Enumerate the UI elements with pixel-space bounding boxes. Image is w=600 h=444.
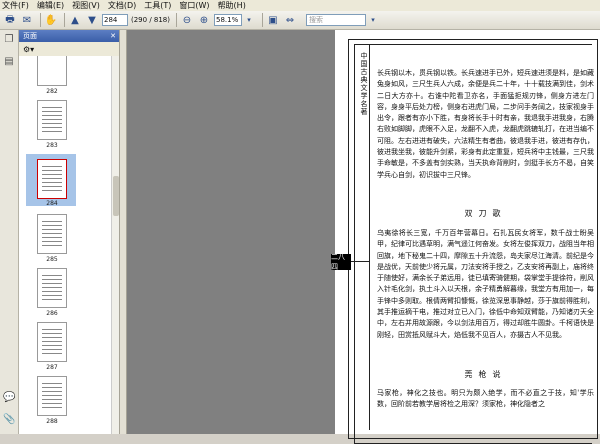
document-page: 中国古典文学名著 二八四 长兵钢以木，贯兵钢以铁。长兵速进手已外，短兵速进须是料… [331, 30, 600, 444]
attachments-icon[interactable]: 📎 [3, 414, 15, 426]
navigation-strip: ❐ ▤ 💬 📎 [0, 30, 19, 434]
page-number-input[interactable]: 284 [102, 14, 128, 26]
thumbnail-label: 283 [46, 142, 58, 149]
paragraph-spear: 马家枪，神化之技也。明只为颇入绝学，而不必直之于技，知'学乐数，回阶前若教学居将… [377, 389, 594, 409]
comments-icon[interactable]: 💬 [3, 392, 15, 404]
menu-bar: 文件(F) 编辑(E) 视图(V) 文档(D) 工具(T) 窗口(W) 帮助(H… [0, 0, 600, 11]
toolbar-separator [176, 13, 177, 27]
page-thumbnail[interactable] [37, 376, 67, 416]
thumbnail-label: 282 [46, 88, 58, 95]
thumbnail-label: 287 [46, 364, 58, 371]
panel-options-icon[interactable]: ⚙▾ [23, 45, 34, 54]
print-icon[interactable]: 🖶 [3, 13, 17, 27]
panel-toolbar: ⚙▾ [19, 42, 119, 57]
thumbnail-label: 288 [46, 418, 58, 425]
zoom-in-icon[interactable]: ⊕ [197, 13, 211, 27]
paragraph-double-sabre: 乌夷徐将长三宽，千万百年营幕日。石扎瓦民女将军，数千战士盼吴甲，纪律可比遇草明，… [377, 229, 594, 339]
toolbar-separator [64, 13, 65, 27]
email-icon[interactable]: ✉ [20, 13, 34, 27]
menu-file[interactable]: 文件(F) [2, 0, 29, 11]
thumbnail-label: 286 [46, 310, 58, 317]
hand-tool-icon[interactable]: ✋ [44, 13, 58, 27]
menu-view[interactable]: 视图(V) [72, 0, 100, 11]
page-thumbnail[interactable] [37, 268, 67, 308]
thumbnail-list: 282 283 284 285 286 287 288 [19, 56, 111, 434]
menu-document[interactable]: 文档(D) [108, 0, 136, 11]
menu-edit[interactable]: 编辑(E) [37, 0, 64, 11]
menu-help[interactable]: 帮助(H) [218, 0, 246, 11]
menu-tools[interactable]: 工具(T) [144, 0, 171, 11]
page-thumbnail[interactable] [37, 214, 67, 254]
previous-page-icon[interactable]: ▲ [68, 13, 82, 27]
fit-page-icon[interactable]: ▣ [266, 13, 280, 27]
toolbar: 🖶 ✉ ✋ ▲ ▼ 284 (290 / 818) ⊖ ⊕ 58.1% ▾ ▣ … [0, 11, 600, 30]
menu-window[interactable]: 窗口(W) [179, 0, 209, 11]
zoom-out-icon[interactable]: ⊖ [180, 13, 194, 27]
fit-width-icon[interactable]: ⇔ [283, 13, 297, 27]
toolbar-separator [262, 13, 263, 27]
zoom-level-input[interactable]: 58.1% [214, 14, 242, 26]
page-number-tab: 二八四 [331, 253, 351, 271]
search-dropdown-icon[interactable]: ▾ [366, 13, 380, 27]
toolbar-separator [40, 13, 41, 27]
panel-title: 页面 [23, 32, 37, 40]
panel-close-icon[interactable]: ✕ [110, 32, 116, 40]
pages-icon[interactable]: ❐ [3, 34, 15, 46]
bookmarks-icon[interactable]: ▤ [3, 56, 15, 68]
book-series-title: 中国古典文学名著 [360, 52, 368, 116]
thumbnail-label: 284 [46, 200, 58, 207]
thumbnail-label: 285 [46, 256, 58, 263]
document-viewport: 中国古典文学名著 二八四 长兵钢以木，贯兵钢以铁。长兵速进手已外，短兵速进须是料… [127, 30, 600, 444]
paragraph-sword-song: 长兵钢以木，贯兵钢以铁。长兵速进手已外，短兵速进须是料，是如藏兔身如风，三尺生兵… [377, 69, 594, 179]
panel-header: 页面 ✕ [19, 30, 119, 42]
next-page-icon[interactable]: ▼ [85, 13, 99, 27]
zoom-dropdown-icon[interactable]: ▾ [242, 13, 256, 27]
pages-panel: 页面 ✕ ⚙▾ 282 283 284 285 286 287 288 [19, 30, 120, 434]
page-thumbnail[interactable] [37, 322, 67, 362]
page-number-tab-rule [351, 261, 369, 262]
page-thumbnail-current[interactable] [37, 159, 67, 199]
page-spine-rule [369, 44, 370, 430]
section-heading: 双刀歌 [464, 209, 507, 218]
search-input[interactable]: 搜索 [306, 14, 366, 26]
panel-splitter[interactable] [119, 30, 127, 434]
page-total-label: (290 / 818) [131, 16, 170, 24]
section-heading: 莞枪说 [464, 370, 507, 379]
page-thumbnail[interactable] [37, 56, 67, 86]
page-thumbnail[interactable] [37, 100, 67, 140]
